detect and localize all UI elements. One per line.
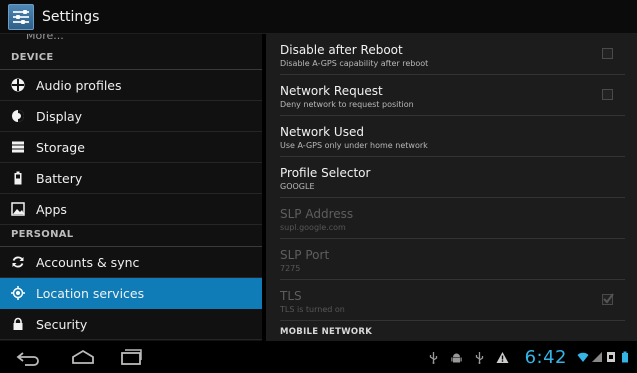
clock: 6:42 — [524, 346, 567, 368]
pref-title: Profile Selector — [280, 166, 371, 180]
location-settings-pane[interactable]: Disable after Reboot Disable A-GPS capab… — [266, 34, 637, 341]
pref-summary: TLS is turned on — [280, 305, 345, 314]
lock-icon — [11, 317, 25, 331]
sidebar-item-accounts-sync[interactable]: Accounts & sync — [0, 247, 262, 278]
pref-summary: Deny network to request position — [280, 100, 414, 109]
sidebar-item-label: Audio profiles — [36, 77, 122, 93]
pref-summary: GOOGLE — [280, 182, 315, 191]
sidebar-item-label: Location services — [36, 285, 145, 301]
sidebar-item-battery[interactable]: Battery — [0, 163, 262, 194]
sync-icon — [11, 255, 25, 269]
pref-title: SLP Address — [280, 207, 354, 221]
sidebar-item-label: Display — [36, 108, 83, 124]
pref-title: SLP Port — [280, 248, 330, 262]
pref-summary: supl.google.com — [280, 223, 346, 232]
pref-network-used[interactable]: Network Used Use A-GPS only under home n… — [280, 116, 625, 157]
android-debug-icon — [450, 351, 463, 364]
home-button[interactable] — [66, 345, 100, 369]
sidebar-item-audio-profiles[interactable]: Audio profiles — [0, 70, 262, 101]
sidebar-item-apps[interactable]: Apps — [0, 194, 262, 225]
usb-icon — [427, 351, 440, 364]
sidebar-item-label: Accounts & sync — [36, 254, 140, 270]
sidebar-item-label: Storage — [36, 139, 85, 155]
sidebar-item-location-services[interactable]: Location services — [0, 278, 262, 309]
home-icon — [72, 349, 94, 364]
pref-slp-port: SLP Port 7275 — [280, 239, 625, 280]
sidebar-item-label: Battery — [36, 170, 83, 186]
pref-profile-selector[interactable]: Profile Selector GOOGLE — [280, 157, 625, 198]
sidebar-item-display[interactable]: Display — [0, 101, 262, 132]
network-request-checkbox[interactable] — [602, 89, 613, 100]
category-mobile-network: MOBILE NETWORK — [280, 327, 373, 337]
sidebar-item-security[interactable]: Security — [0, 309, 262, 340]
pref-title: TLS — [280, 289, 302, 303]
sim-icon — [605, 351, 617, 363]
wifi-icon — [577, 351, 589, 363]
battery-status-icon — [619, 351, 631, 363]
recent-apps-button[interactable] — [114, 345, 148, 369]
pref-title: Network Request — [280, 84, 383, 98]
pref-summary: Use A-GPS only under home network — [280, 141, 428, 150]
disable-after-reboot-checkbox[interactable] — [602, 48, 613, 59]
signal-icon — [591, 351, 603, 363]
pref-title: Disable after Reboot — [280, 43, 403, 57]
back-icon — [16, 352, 39, 366]
battery-icon — [11, 171, 25, 185]
settings-category-list[interactable]: More... DEVICE Audio profiles Display St… — [0, 34, 262, 341]
tls-checkbox — [602, 293, 614, 305]
storage-icon — [11, 140, 25, 154]
pref-summary: Disable A-GPS capability after reboot — [280, 59, 429, 68]
list-item-more[interactable]: More... — [0, 34, 262, 48]
pref-disable-after-reboot[interactable]: Disable after Reboot Disable A-GPS capab… — [280, 34, 625, 75]
pref-tls: TLS TLS is turned on — [280, 280, 625, 321]
pref-summary: 7275 — [280, 264, 301, 273]
recent-apps-icon — [121, 349, 142, 365]
warning-icon — [496, 351, 509, 364]
action-bar: Settings — [0, 0, 637, 34]
settings-app-icon[interactable] — [8, 3, 34, 30]
display-icon — [11, 109, 25, 123]
pref-network-request[interactable]: Network Request Deny network to request … — [280, 75, 625, 116]
usb-icon — [473, 351, 486, 364]
sidebar-item-label: Security — [36, 316, 88, 332]
audio-profiles-icon — [11, 78, 25, 92]
status-area[interactable]: 6:42 — [427, 345, 631, 369]
sidebar-item-storage[interactable]: Storage — [0, 132, 262, 163]
back-button[interactable] — [10, 345, 44, 369]
system-bar: 6:42 — [0, 341, 637, 373]
pref-title: Network Used — [280, 125, 364, 139]
apps-icon — [11, 202, 25, 216]
section-header-device: DEVICE — [0, 48, 262, 70]
system-status-icons — [577, 351, 631, 363]
section-header-personal: PERSONAL — [0, 225, 262, 247]
page-title: Settings — [42, 8, 100, 25]
checkmark-icon — [603, 293, 614, 304]
location-icon — [11, 286, 25, 300]
sidebar-item-label: Apps — [36, 201, 67, 217]
pref-slp-address: SLP Address supl.google.com — [280, 198, 625, 239]
